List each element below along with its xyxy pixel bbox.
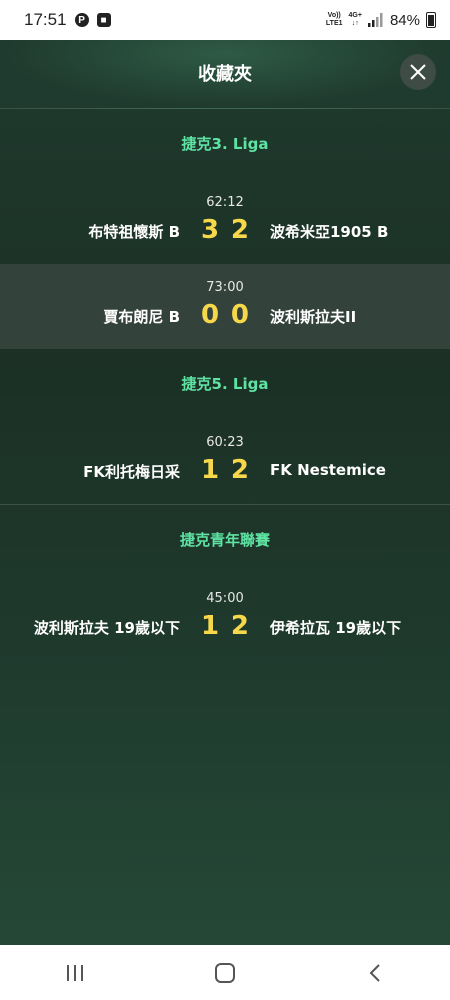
recents-icon [67,964,83,981]
header: 收藏夾 [0,40,450,109]
favorites-screen: 收藏夾 捷克3. Liga 62:12 布特祖懷斯 B 3 2 波希米亞1905… [0,40,450,945]
away-score: 0 [230,300,249,330]
match-row-highlighted[interactable]: 73:00 賈布朗尼 B 0 0 波利斯拉夫II [0,264,450,349]
score: 0 0 [195,300,255,330]
league-title: 捷克青年聯賽 [179,531,270,549]
status-time: 17:51 [24,10,67,29]
match-row[interactable]: 45:00 波利斯拉夫 19歲以下 1 2 伊希拉瓦 19歲以下 [0,575,450,660]
page-title: 收藏夾 [198,64,252,85]
away-score: 2 [230,455,249,485]
away-team: 波利斯拉夫II [270,308,357,326]
recents-button[interactable] [55,958,95,988]
home-icon [215,962,235,983]
away-team: 波希米亞1905 B [270,223,389,241]
home-score: 1 [201,455,220,485]
match-row[interactable]: 62:12 布特祖懷斯 B 3 2 波希米亞1905 B [0,179,450,264]
back-icon [369,963,380,982]
home-team: 波利斯拉夫 19歲以下 [33,619,180,637]
volte-indicator: Vo)) LTE1 [326,12,343,28]
battery-percent: 84% [389,11,420,29]
home-score: 1 [201,611,220,641]
close-icon [410,64,426,80]
back-button[interactable] [355,958,395,988]
network-type-indicator: 4G+ ↓↑ [349,12,362,28]
p-icon: P [74,13,89,27]
navigation-bar [0,945,450,1000]
match-clock: 60:23 [206,435,244,450]
league-title: 捷克5. Liga [181,375,269,393]
home-score: 0 [201,300,220,330]
square-icon: ■ [96,13,111,27]
score: 3 2 [195,215,255,245]
battery-icon [426,12,436,28]
status-right: Vo)) LTE1 4G+ ↓↑ 84% [326,12,436,29]
match-row[interactable]: 60:23 FK利托梅日采 1 2 FK Nestemice [0,419,450,504]
league-title: 捷克3. Liga [181,135,269,153]
home-team: 賈布朗尼 B [103,308,180,326]
home-team: FK利托梅日采 [83,463,180,481]
volte-top: Vo)) [327,12,341,19]
away-team: 伊希拉瓦 19歲以下 [270,619,402,637]
match-clock: 45:00 [206,591,244,606]
data-arrows-icon: ↓↑ [351,20,359,27]
home-button[interactable] [205,958,245,988]
network-type: 4G+ [348,12,362,19]
home-score: 3 [201,215,220,245]
status-left: 17:51 P ■ [24,10,111,30]
signal-icon [367,13,383,27]
score: 1 2 [195,455,255,485]
home-team: 布特祖懷斯 B [88,223,180,241]
away-score: 2 [230,215,249,245]
match-clock: 62:12 [206,195,244,210]
match-clock: 73:00 [206,280,244,295]
status-bar: 17:51 P ■ Vo)) LTE1 4G+ ↓↑ 84% [0,0,450,40]
close-button[interactable] [400,54,436,90]
score: 1 2 [195,611,255,641]
away-team: FK Nestemice [270,461,386,479]
volte-bottom: LTE1 [325,20,343,27]
away-score: 2 [230,611,249,641]
